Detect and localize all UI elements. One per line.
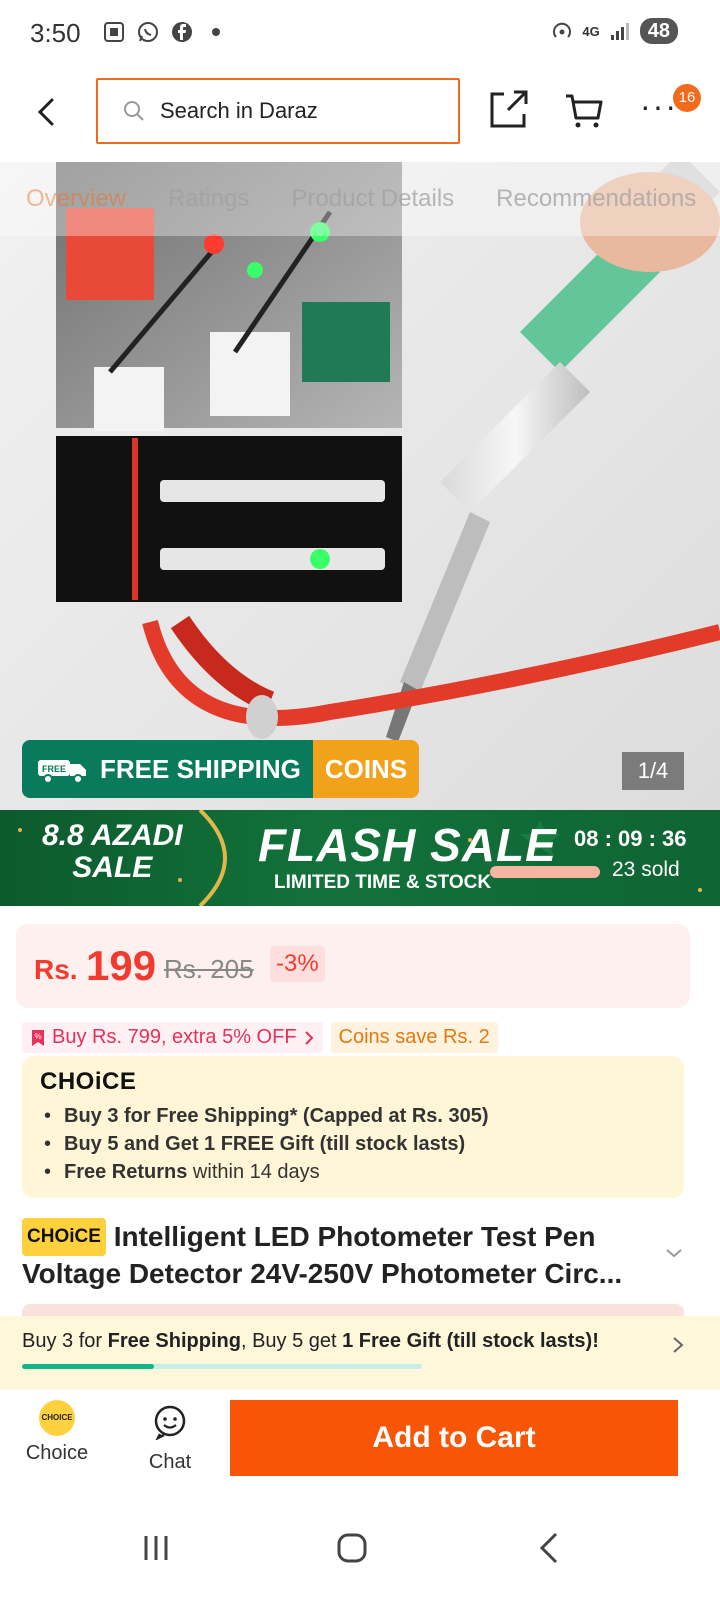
offer-progress-fill	[22, 1364, 154, 1369]
chat-icon	[154, 1405, 186, 1441]
free-shipping-coins-banner: FREE FREE SHIPPING COINS	[22, 740, 420, 798]
product-title-row[interactable]: CHOiCE Intelligent LED Photometer Test P…	[22, 1218, 662, 1292]
tab-recommendations[interactable]: Recommendations	[496, 185, 696, 213]
promo-row: % Buy Rs. 799, extra 5% OFF Coins save R…	[22, 1022, 498, 1053]
section-tabs: Overview Ratings Product Details Recomme…	[0, 162, 720, 236]
chat-label: Chat	[148, 1451, 192, 1473]
add-to-cart-button[interactable]: Add to Cart	[230, 1400, 678, 1476]
status-bar: 3:50 4G 48	[0, 0, 720, 66]
battery-indicator: 48	[639, 18, 678, 44]
tab-overview[interactable]: Overview	[26, 185, 126, 213]
benefit-item: Buy 5 and Get 1 FREE Gift (till stock la…	[40, 1130, 666, 1158]
choice-label: Choice	[25, 1442, 89, 1464]
cart-count-badge: 16	[673, 84, 701, 112]
truck-icon: FREE	[38, 760, 86, 784]
free-shipping-text: FREE SHIPPING	[100, 753, 301, 784]
facebook-icon	[172, 22, 192, 42]
product-title-block: CHOiCE Intelligent LED Photometer Test P…	[22, 1218, 662, 1292]
whatsapp-icon	[138, 22, 158, 42]
azadi-sale-label: 8.8 AZADI SALE	[42, 820, 183, 884]
original-price: Rs. 205	[164, 954, 254, 984]
dot-icon	[212, 28, 220, 36]
bottom-action-bar: CHOICE Choice Chat Add to Cart	[0, 1390, 720, 1500]
flash-sale-title: FLASH SALE	[258, 819, 557, 871]
free-tag: FREE	[42, 764, 66, 774]
choice-benefits-box[interactable]: CHOiCE Buy 3 for Free Shipping* (Capped …	[22, 1056, 684, 1198]
offer-text: Buy 3 for Free Shipping, Buy 5 get 1 Fre…	[22, 1330, 599, 1353]
flash-sale-subtitle: LIMITED TIME & STOCK	[274, 872, 492, 893]
chevron-right-icon	[673, 1337, 684, 1353]
image-counter: 1/4	[622, 752, 684, 790]
azadi-line2: SALE	[72, 851, 153, 884]
svg-text:%: %	[34, 1032, 41, 1041]
notification-icons	[102, 20, 228, 44]
benefit-text-2: Buy 5 and Get 1 FREE Gift (till stock la…	[64, 1133, 466, 1155]
chat-button[interactable]: Chat	[140, 1404, 200, 1474]
benefit-item: Free Returns within 14 days	[40, 1158, 666, 1186]
cart-icon[interactable]	[564, 90, 604, 130]
product-image	[56, 162, 720, 742]
benefit-text-1: Buy 3 for Free Shipping* (Capped at Rs. …	[64, 1105, 489, 1127]
voucher-text: Buy Rs. 799, extra 5% OFF	[52, 1026, 297, 1048]
price-card: Rs. 199 Rs. 205 -3%	[16, 924, 690, 1008]
system-nav-bar	[0, 1500, 720, 1600]
back-nav-icon[interactable]	[530, 1528, 570, 1568]
benefit-text-3-bold: Free Returns	[64, 1161, 188, 1183]
tab-product-details[interactable]: Product Details	[291, 185, 454, 213]
flash-sale-banner[interactable]: 8.8 AZADI SALE FLASH SALE LIMITED TIME &…	[0, 810, 720, 906]
screenshot-icon	[104, 22, 124, 42]
voucher-icon: %	[32, 1029, 44, 1046]
voucher-chip[interactable]: % Buy Rs. 799, extra 5% OFF	[22, 1022, 323, 1053]
discount-badge: -3%	[270, 946, 325, 982]
network-type: 4G	[582, 23, 600, 39]
product-image-gallery[interactable]: Overview Ratings Product Details Recomme…	[0, 162, 720, 810]
chevron-right-icon	[304, 1030, 313, 1045]
choice-offer-banner[interactable]: Buy 3 for Free Shipping, Buy 5 get 1 Fre…	[0, 1316, 720, 1390]
back-icon[interactable]	[28, 92, 68, 132]
offer-bold-1: Free Shipping	[107, 1330, 241, 1352]
offer-mid: , Buy 5 get	[240, 1330, 343, 1352]
search-icon	[124, 101, 144, 121]
free-shipping-label: FREE FREE SHIPPING	[22, 740, 313, 798]
search-input[interactable]: Search in Daraz	[96, 78, 460, 144]
system-icons: 4G 48	[550, 18, 678, 44]
choice-badge: CHOiCE	[22, 1218, 106, 1256]
signal-icon	[610, 23, 629, 40]
search-placeholder: Search in Daraz	[160, 98, 318, 123]
sold-count: 23 sold	[612, 858, 680, 881]
chevron-down-icon[interactable]	[664, 1246, 684, 1260]
price-currency: Rs.	[34, 954, 78, 985]
choice-logo: CHOiCE	[40, 1068, 137, 1095]
benefit-text-3-rest: within 14 days	[187, 1161, 320, 1183]
status-time: 3:50	[30, 18, 81, 48]
choice-icon: CHOICE	[39, 1400, 75, 1436]
flash-countdown: 08 : 09 : 36	[574, 826, 687, 851]
home-icon[interactable]	[332, 1528, 372, 1568]
offer-bold-2: 1 Free Gift (till stock lasts)!	[342, 1330, 599, 1352]
current-price: 199	[86, 942, 157, 989]
app-header: Search in Daraz ··· 16	[0, 66, 720, 162]
share-icon[interactable]	[488, 88, 530, 130]
choice-button[interactable]: CHOICE Choice	[22, 1400, 92, 1465]
choice-benefits-list: Buy 3 for Free Shipping* (Capped at Rs. …	[40, 1102, 666, 1186]
tab-ratings[interactable]: Ratings	[168, 185, 249, 213]
recent-apps-icon[interactable]	[136, 1528, 176, 1568]
coins-save-chip[interactable]: Coins save Rs. 2	[330, 1022, 498, 1053]
offer-pre: Buy 3 for	[22, 1330, 108, 1352]
coins-label: COINS	[312, 740, 420, 798]
benefit-item: Buy 3 for Free Shipping* (Capped at Rs. …	[40, 1102, 666, 1130]
sold-progress-bar	[490, 866, 600, 878]
azadi-line1: 8.8 AZADI	[42, 819, 183, 852]
product-title: Intelligent LED Photometer Test Pen Volt…	[22, 1221, 623, 1289]
hotspot-icon	[553, 22, 572, 38]
